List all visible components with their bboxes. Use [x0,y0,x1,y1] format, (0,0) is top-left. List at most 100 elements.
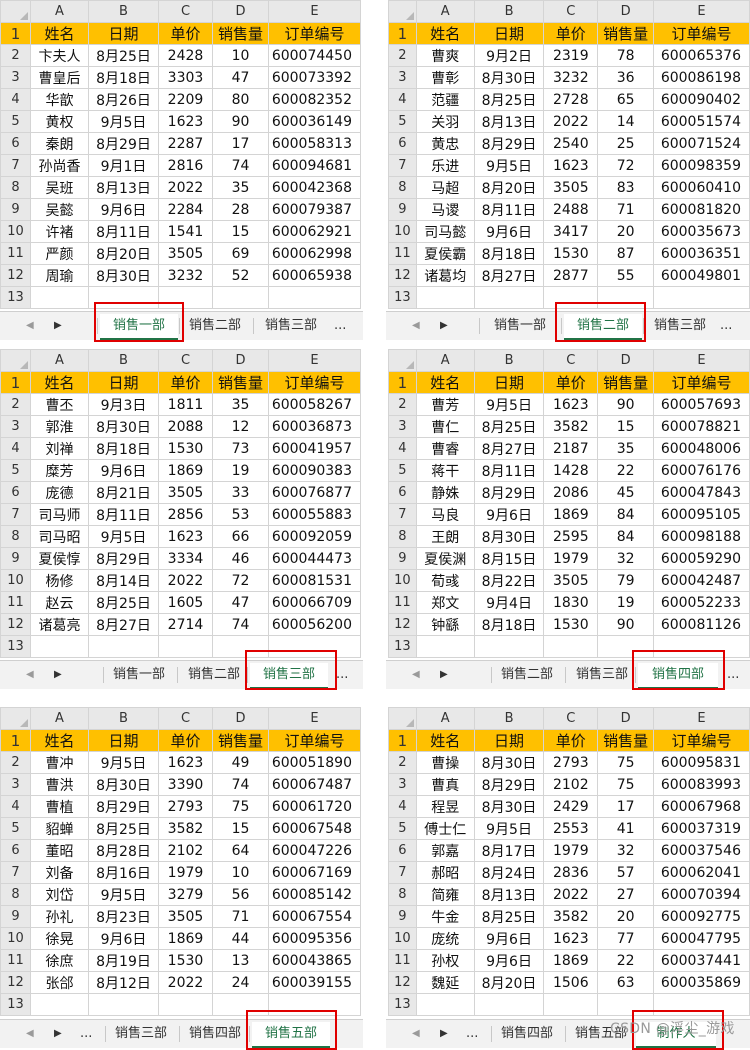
sheet-tab[interactable]: 销售四部 [182,1020,248,1048]
cell[interactable]: 600049801 [653,264,750,287]
row-number[interactable]: 11 [0,949,31,972]
cell[interactable]: 600044473 [268,547,361,570]
cell[interactable]: 77 [597,927,655,950]
cell[interactable]: 47 [212,591,269,614]
cell[interactable]: 600035869 [653,971,750,994]
cell[interactable]: 诸葛亮 [30,613,89,636]
select-all-corner[interactable] [0,349,31,372]
cell[interactable]: 49 [212,751,269,774]
cell[interactable]: 2488 [543,198,599,221]
row-number[interactable]: 6 [388,132,417,155]
row-number[interactable]: 10 [388,569,417,592]
cell[interactable]: 1541 [158,220,213,243]
cell[interactable]: 3279 [158,883,213,906]
cell[interactable]: 600076176 [653,459,750,482]
row-number[interactable]: 2 [0,393,31,416]
header-cell[interactable]: 日期 [473,22,545,45]
cell[interactable]: 刘备 [30,861,89,884]
cell[interactable]: 600066709 [268,591,361,614]
cell[interactable]: 90 [212,110,269,133]
cell[interactable]: 华歆 [30,88,89,111]
cell[interactable]: 600073392 [268,66,361,89]
cell[interactable]: 600067968 [653,795,750,818]
more-sheets-left-button[interactable]: ... [80,1020,92,1048]
row-number[interactable]: 4 [0,88,31,111]
header-cell[interactable]: 日期 [473,371,545,394]
cell[interactable]: 14 [597,110,655,133]
row-number[interactable]: 5 [388,817,417,840]
cell[interactable]: 600086198 [653,66,750,89]
cell[interactable] [653,993,750,1016]
cell[interactable]: 600065376 [653,44,750,67]
cell[interactable] [88,635,159,658]
cell[interactable]: 600047843 [653,481,750,504]
next-sheet-icon[interactable]: ▶ [440,1020,448,1048]
cell[interactable]: 8月29日 [88,547,159,570]
cell[interactable]: 马良 [415,503,475,526]
cell[interactable]: 9月6日 [88,198,159,221]
row-number[interactable]: 7 [388,154,417,177]
header-cell[interactable]: 日期 [473,729,545,752]
cell[interactable]: 2595 [543,525,599,548]
header-cell[interactable]: 单价 [158,371,213,394]
cell[interactable]: 3232 [543,66,599,89]
header-cell[interactable]: 姓名 [30,371,89,394]
row-number[interactable]: 10 [0,569,31,592]
cell[interactable]: 曹丕 [30,393,89,416]
prev-sheet-icon[interactable]: ◀ [26,661,34,689]
sheet-tab[interactable]: 销售三部 [256,312,326,340]
cell[interactable]: 8月27日 [473,264,545,287]
cell[interactable]: 8月18日 [473,242,545,265]
cell[interactable]: 2553 [543,817,599,840]
row-number[interactable]: 4 [0,437,31,460]
cell[interactable]: 10 [212,44,269,67]
cell[interactable]: 600037319 [653,817,750,840]
cell[interactable]: 600067554 [268,905,361,928]
sheet-tab[interactable]: 销售一部 [106,661,172,689]
cell[interactable]: 600090383 [268,459,361,482]
cell[interactable]: 33 [212,481,269,504]
column-header[interactable]: A [30,707,89,730]
sheet-tab[interactable]: 销售二部 [180,661,248,689]
cell[interactable]: 9月4日 [473,591,545,614]
header-cell[interactable]: 销售量 [212,371,269,394]
cell[interactable]: 诸葛均 [415,264,475,287]
header-cell[interactable]: 姓名 [415,729,475,752]
cell[interactable] [597,993,655,1016]
cell[interactable]: 80 [212,88,269,111]
cell[interactable]: 夏侯霸 [415,242,475,265]
cell[interactable]: 董昭 [30,839,89,862]
cell[interactable]: 傅士仁 [415,817,475,840]
cell[interactable]: 3417 [543,220,599,243]
cell[interactable]: 8月30日 [473,795,545,818]
row-number[interactable]: 8 [388,176,417,199]
row-number[interactable]: 3 [0,415,31,438]
cell[interactable]: 糜芳 [30,459,89,482]
cell[interactable]: 600037441 [653,949,750,972]
cell[interactable]: 1530 [543,242,599,265]
cell[interactable]: 41 [597,817,655,840]
sheet-tab[interactable]: 销售四部 [638,663,718,689]
row-number[interactable]: 5 [0,110,31,133]
cell[interactable]: 吴班 [30,176,89,199]
sheet-tab[interactable]: 销售一部 [482,312,558,340]
cell[interactable]: 3505 [543,569,599,592]
cell[interactable]: 8月20日 [473,176,545,199]
row-number[interactable]: 8 [388,883,417,906]
row-number[interactable]: 12 [388,264,417,287]
cell[interactable]: 600048006 [653,437,750,460]
cell[interactable] [88,286,159,309]
row-number[interactable]: 8 [0,883,31,906]
sheet-tab[interactable]: 销售一部 [100,314,178,340]
sheet-tab[interactable]: 销售二部 [182,312,248,340]
cell[interactable]: 庞统 [415,927,475,950]
cell[interactable]: 84 [597,503,655,526]
cell[interactable]: 8月20日 [88,242,159,265]
cell[interactable]: 600083993 [653,773,750,796]
column-header[interactable]: D [212,707,269,730]
row-number[interactable]: 3 [0,66,31,89]
cell[interactable]: 3582 [543,905,599,928]
cell[interactable]: 徐庶 [30,949,89,972]
row-number[interactable]: 5 [0,817,31,840]
cell[interactable]: 2728 [543,88,599,111]
